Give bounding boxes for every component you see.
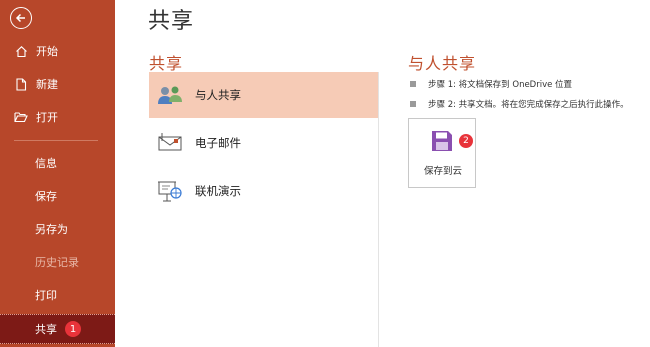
sidebar-item-label: 历史记录 bbox=[35, 256, 79, 269]
backstage-sidebar: 开始 新建 打开 信息 保存 另存为 历史记录 打印 共享 1 bbox=[0, 0, 115, 347]
save-to-cloud-label: 保存到云 bbox=[423, 166, 462, 177]
panel-divider bbox=[378, 72, 379, 347]
home-icon bbox=[14, 44, 28, 58]
page-title: 共享 bbox=[148, 9, 195, 34]
sidebar-item-label: 另存为 bbox=[35, 223, 68, 236]
online-presentation-icon bbox=[155, 176, 185, 206]
step-text: 步骤 1: 将文档保存到 OneDrive 位置 bbox=[428, 80, 573, 90]
sidebar-item-print[interactable]: 打印 bbox=[0, 281, 115, 309]
sidebar-item-history[interactable]: 历史记录 bbox=[0, 248, 115, 276]
step-badge: 2 bbox=[459, 134, 473, 148]
sidebar-item-save[interactable]: 保存 bbox=[0, 182, 115, 210]
step-badge: 1 bbox=[65, 321, 81, 337]
share-section-title: 共享 bbox=[149, 54, 184, 73]
folder-open-icon bbox=[14, 110, 28, 124]
people-icon bbox=[155, 80, 185, 110]
new-doc-icon bbox=[14, 77, 28, 91]
sidebar-item-share[interactable]: 共享 1 bbox=[0, 314, 115, 344]
back-arrow-icon bbox=[15, 13, 25, 23]
share-option-with-people[interactable]: 与人共享 bbox=[149, 72, 378, 118]
sidebar-item-open[interactable]: 打开 bbox=[0, 103, 115, 131]
back-button[interactable] bbox=[10, 7, 32, 29]
share-option-label: 电子邮件 bbox=[195, 136, 241, 150]
save-to-cloud-button[interactable]: 2 保存到云 bbox=[408, 118, 476, 188]
bullet-square-icon bbox=[410, 81, 416, 87]
share-option-label: 与人共享 bbox=[195, 88, 241, 102]
step-item: 步骤 1: 将文档保存到 OneDrive 位置 bbox=[410, 74, 650, 94]
email-icon bbox=[155, 128, 185, 158]
share-option-label: 联机演示 bbox=[195, 184, 241, 198]
share-options-list: 与人共享 电子邮件 联机演示 bbox=[149, 72, 378, 216]
sidebar-item-label: 打开 bbox=[36, 111, 58, 124]
sidebar-item-home[interactable]: 开始 bbox=[0, 37, 115, 65]
share-option-email[interactable]: 电子邮件 bbox=[149, 120, 378, 166]
sidebar-item-label: 共享 bbox=[35, 323, 57, 336]
sidebar-item-save-as[interactable]: 另存为 bbox=[0, 215, 115, 243]
save-disk-icon bbox=[431, 130, 453, 152]
sidebar-item-label: 打印 bbox=[35, 289, 57, 302]
sidebar-divider bbox=[14, 140, 98, 141]
sidebar-item-label: 保存 bbox=[35, 190, 57, 203]
steps-list: 步骤 1: 将文档保存到 OneDrive 位置 步骤 2: 共享文档。将在您完… bbox=[410, 74, 650, 114]
sidebar-item-info[interactable]: 信息 bbox=[0, 149, 115, 177]
sidebar-item-label: 信息 bbox=[35, 157, 57, 170]
bullet-square-icon bbox=[410, 101, 416, 107]
share-panel-title: 与人共享 bbox=[408, 54, 477, 73]
step-item: 步骤 2: 共享文档。将在您完成保存之后执行此操作。 bbox=[410, 94, 650, 114]
sidebar-item-label: 新建 bbox=[36, 78, 58, 91]
sidebar-item-new[interactable]: 新建 bbox=[0, 70, 115, 98]
share-option-online-presentation[interactable]: 联机演示 bbox=[149, 168, 378, 214]
sidebar-item-label: 开始 bbox=[36, 45, 58, 58]
step-text: 步骤 2: 共享文档。将在您完成保存之后执行此操作。 bbox=[428, 100, 629, 110]
